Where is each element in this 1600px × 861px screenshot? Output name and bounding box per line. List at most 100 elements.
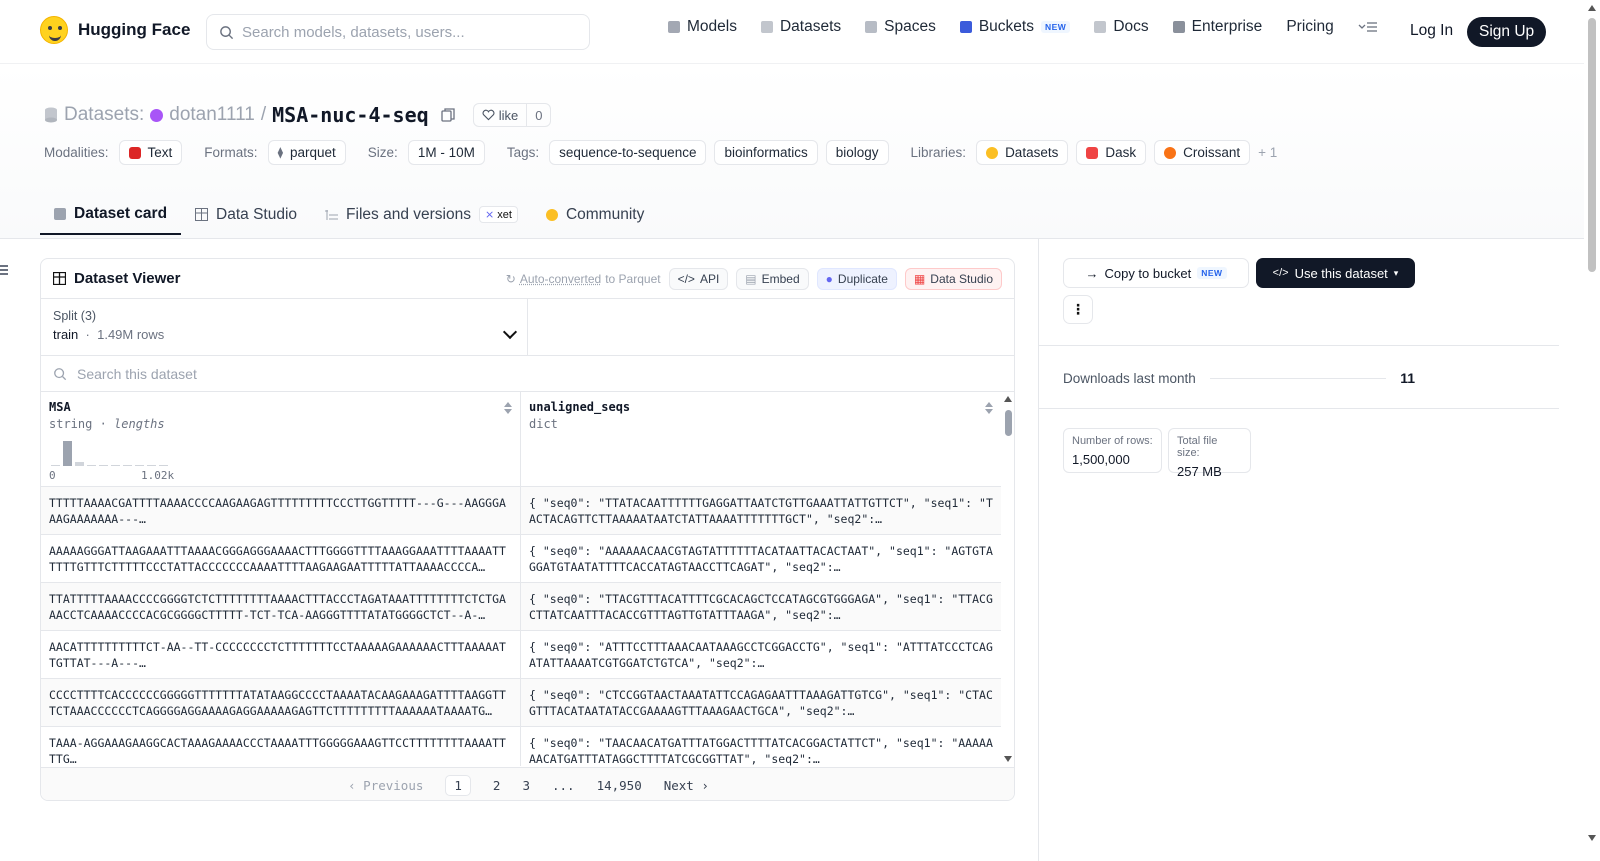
breadcrumb-section[interactable]: Datasets: — [64, 104, 144, 126]
cell-msa[interactable]: AAAAAGGGATTAAGAAATTTAAAACGGGAGGGAAAACTTT… — [41, 535, 521, 582]
cell-msa[interactable]: TAAA-AGGAAAGAAGGCACTAAAGAAAACCCTAAAATTTG… — [41, 727, 521, 766]
api-button[interactable]: </> API — [668, 267, 729, 290]
api-label: API — [699, 271, 720, 286]
size-label: Size: — [367, 145, 398, 160]
cell-unaligned[interactable]: { "seq0": "AAAAAACAACGTAGTATTTTTTACATAAT… — [521, 535, 1001, 582]
use-this-dataset-button[interactable]: </> Use this dataset ▾ — [1256, 258, 1415, 288]
column-header-unaligned-seqs[interactable]: unaligned_seqs dict — [521, 392, 1001, 486]
nav-models[interactable]: Models — [668, 18, 737, 36]
global-search[interactable] — [206, 14, 590, 50]
tag-biology[interactable]: biology — [825, 140, 889, 165]
nav-docs[interactable]: Docs — [1094, 18, 1149, 36]
page-1-button[interactable]: 1 — [445, 774, 471, 796]
nav-spaces[interactable]: Spaces — [865, 18, 936, 36]
embed-button[interactable]: ▤ Embed — [736, 267, 809, 290]
rows-label: Number of rows: — [1072, 435, 1153, 447]
cell-msa[interactable]: AACATTTTTTTTTTCT-AA--TT-CCCCCCCCTCTTTTTT… — [41, 631, 521, 678]
tag-modality-text[interactable]: Text — [118, 140, 183, 165]
copy-to-bucket-button[interactable]: → Copy to bucket NEW — [1063, 258, 1249, 288]
nav-enterprise[interactable]: Enterprise — [1172, 18, 1262, 36]
tab-data-studio[interactable]: Data Studio — [181, 194, 311, 235]
table-scrollbar[interactable] — [1001, 392, 1014, 766]
scroll-down-arrow[interactable] — [1004, 756, 1012, 762]
nav-pricing[interactable]: Pricing — [1286, 18, 1333, 36]
tab-files-and-versions[interactable]: Files and versions ⨯ xet — [311, 194, 532, 235]
tag-bioinformatics[interactable]: bioinformatics — [714, 140, 818, 165]
nav-buckets[interactable]: Buckets NEW — [959, 18, 1071, 36]
histogram-bar — [63, 441, 72, 466]
libraries-more[interactable]: + 1 — [1258, 145, 1277, 160]
page-3-button[interactable]: 3 — [522, 778, 530, 793]
tab-community[interactable]: Community — [532, 194, 658, 235]
tags-label: Tags: — [506, 145, 540, 160]
more-options-button[interactable]: ⋮ — [1063, 295, 1093, 324]
table-row[interactable]: AACATTTTTTTTTTCT-AA--TT-CCCCCCCCTCTTTTTT… — [41, 631, 1001, 679]
cell-unaligned[interactable]: { "seq0": "TAACAACATGATTTATGGACTTTTATCAC… — [521, 727, 1001, 766]
code-icon: </> — [1272, 267, 1289, 279]
split-rows: 1.49M rows — [97, 327, 165, 342]
scroll-up-arrow[interactable] — [1004, 396, 1012, 402]
previous-page-button[interactable]: ‹ Previous — [348, 778, 423, 793]
breadcrumb-org[interactable]: dotan1111 — [169, 104, 255, 126]
tag-sequence-to-sequence[interactable]: sequence-to-sequence — [549, 140, 707, 165]
histogram-max: 1.02k — [141, 469, 175, 482]
auto-converted-note: ↻ Auto-converted to Parquet — [506, 272, 661, 286]
page-scrollbar[interactable] — [1584, 0, 1600, 861]
column-header-msa[interactable]: MSA string · lengths 0 1.02k — [41, 392, 521, 486]
tag-size[interactable]: 1M - 10M — [407, 140, 485, 165]
cell-unaligned[interactable]: { "seq0": "TTACGTTTACATTTTCGCACAGCTCCATA… — [521, 583, 1001, 630]
sidebar-toggle-icon[interactable] — [0, 265, 8, 275]
downloads-value: 11 — [1400, 370, 1415, 386]
page-2-button[interactable]: 2 — [493, 778, 501, 793]
cell-unaligned[interactable]: { "seq0": "CTCCGGTAACTAAATATTCCAGAGAATTT… — [521, 679, 1001, 726]
scrollbar-thumb[interactable] — [1588, 18, 1596, 272]
xet-icon: ⨯ — [484, 209, 495, 221]
cell-unaligned[interactable]: { "seq0": "TTATACAATTTTTTGAGGATTAATCTGTT… — [521, 487, 1001, 534]
table-row[interactable]: TTTTTAAAACGATTTTAAAACCCCAAGAAGAGTTTTTTTT… — [41, 487, 1001, 535]
page-last-button[interactable]: 14,950 — [597, 778, 642, 793]
table-row[interactable]: CCCCTTTTCACCCCCCGGGGGTTTTTTTATATAAGGCCCC… — [41, 679, 1001, 727]
column-type-msa: string · lengths — [49, 417, 165, 431]
scroll-up-arrow[interactable] — [1588, 5, 1596, 11]
table-row[interactable]: TAAA-AGGAAAGAAGGCACTAAAGAAAACCCTAAAATTTG… — [41, 727, 1001, 766]
tag-format-parquet[interactable]: ⧫ parquet — [267, 140, 346, 165]
login-link[interactable]: Log In — [1410, 22, 1453, 40]
cell-msa[interactable]: CCCCTTTTCACCCCCCGGGGGTTTTTTTATATAAGGCCCC… — [41, 679, 521, 726]
duplicate-button[interactable]: ● Duplicate — [816, 267, 897, 290]
dataset-search[interactable] — [41, 356, 1014, 392]
table-row[interactable]: AAAAAGGGATTAAGAAATTTAAAACGGGAGGGAAAACTTT… — [41, 535, 1001, 583]
signup-button[interactable]: Sign Up — [1467, 17, 1547, 47]
data-studio-button[interactable]: ▦ Data Studio — [904, 267, 1002, 290]
cell-unaligned[interactable]: { "seq0": "ATTTCCTTTAAACAATAAAGCCTCGGACC… — [521, 631, 1001, 678]
scrollbar-thumb[interactable] — [1005, 410, 1012, 436]
hf-logo[interactable]: Hugging Face — [40, 16, 190, 44]
bucket-icon — [959, 21, 972, 33]
breadcrumb: Datasets: dotan1111 / MSA-nuc-4-seq like… — [44, 103, 552, 127]
parquet-icon: ⧫ — [277, 147, 283, 159]
copy-icon[interactable] — [441, 108, 455, 122]
nav-more-menu[interactable] — [1358, 21, 1378, 33]
global-search-input[interactable] — [242, 23, 562, 41]
tag-library-croissant[interactable]: Croissant — [1154, 140, 1251, 165]
tag-library-dask[interactable]: Dask — [1076, 140, 1147, 165]
table-row[interactable]: TTATTTTTAAAACCCCGGGGTCTCTTTTTTTTAAAACTTT… — [41, 583, 1001, 631]
auto-converted-link[interactable]: Auto-converted — [520, 272, 601, 286]
downloads-stat: Downloads last month 11 — [1063, 370, 1415, 386]
split-selector[interactable]: Split (3) train · 1.49M rows — [41, 299, 528, 356]
arrow-right-icon: → — [1085, 265, 1099, 281]
dataset-search-input[interactable] — [77, 365, 677, 382]
table-body: TTTTTAAAACGATTTTAAAACCCCAAGAAGAGTTTTTTTT… — [41, 487, 1001, 766]
like-label: like — [498, 107, 519, 123]
next-page-button[interactable]: Next › — [664, 778, 709, 793]
table-header: MSA string · lengths 0 1.02k unaligned_s… — [41, 392, 1001, 487]
like-button[interactable]: like 0 — [472, 103, 552, 127]
cell-msa[interactable]: TTATTTTTAAAACCCCGGGGTCTCTTTTTTTTAAAACTTT… — [41, 583, 521, 630]
repo-name[interactable]: MSA-nuc-4-seq — [272, 103, 429, 127]
downloads-label: Downloads last month — [1063, 370, 1196, 386]
cell-msa[interactable]: TTTTTAAAACGATTTTAAAACCCCAAGAAGAGTTTTTTTT… — [41, 487, 521, 534]
nav-datasets[interactable]: Datasets — [760, 18, 841, 36]
code-icon: </> — [677, 271, 695, 286]
tag-library-datasets[interactable]: Datasets — [976, 140, 1069, 165]
scroll-down-arrow[interactable] — [1588, 835, 1596, 841]
tab-dataset-card[interactable]: Dataset card — [40, 194, 182, 235]
